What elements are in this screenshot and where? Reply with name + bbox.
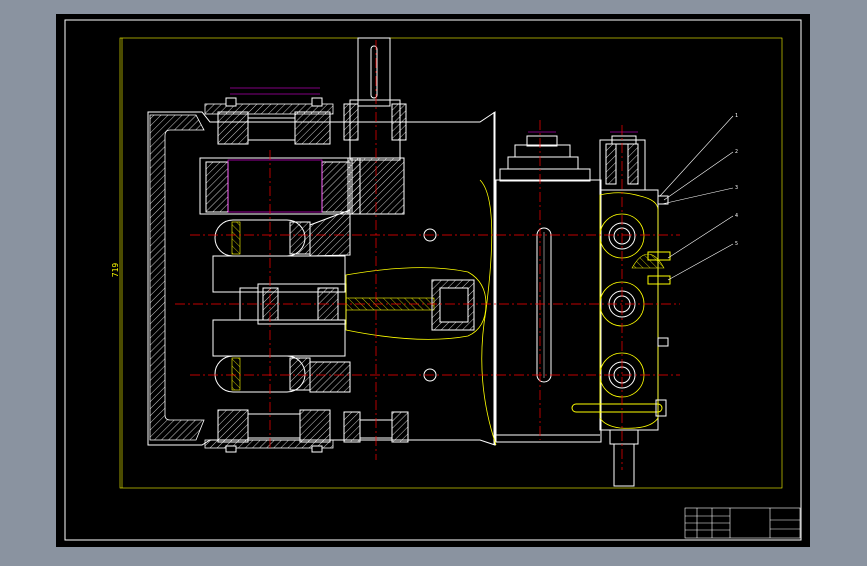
overall-dimension: 719 — [111, 263, 120, 278]
callout-1: 1 — [735, 113, 738, 119]
callout-2: 2 — [735, 149, 738, 155]
callout-4: 4 — [735, 213, 738, 219]
callout-3: 3 — [735, 185, 738, 191]
callout-5: 5 — [735, 241, 738, 247]
cad-canvas: 719 1 2 3 4 5 — [0, 0, 867, 562]
pump-assembly-drawing: 719 1 2 3 4 5 — [56, 14, 810, 547]
